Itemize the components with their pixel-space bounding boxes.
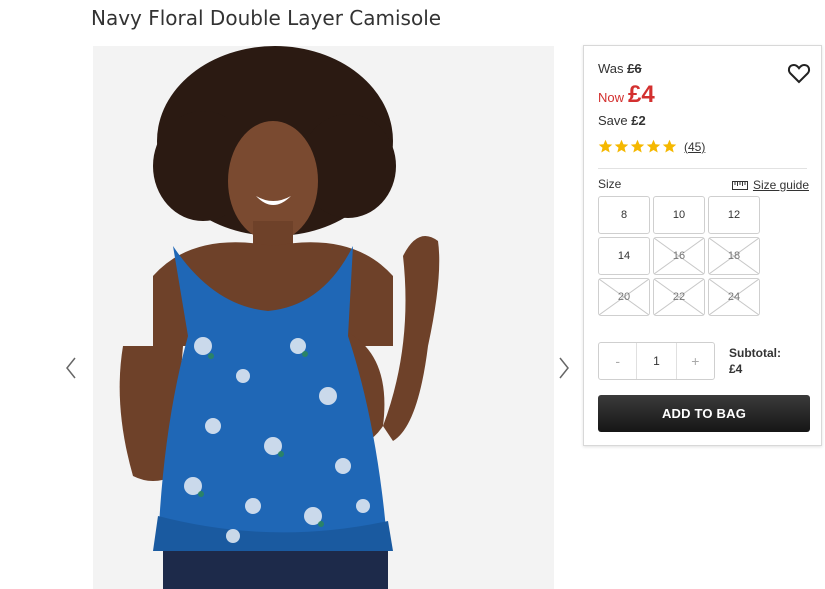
size-option-label: 24	[727, 291, 741, 303]
wishlist-button[interactable]	[787, 61, 811, 85]
size-option-label: 16	[672, 250, 686, 262]
star-icon	[614, 139, 629, 153]
heart-icon	[787, 64, 811, 84]
size-option[interactable]: 10	[653, 196, 705, 234]
size-option-label: 12	[727, 209, 741, 221]
subtotal-value: £4	[729, 362, 743, 376]
ruler-icon	[731, 180, 748, 190]
product-image	[93, 46, 554, 589]
quantity-decrease-button[interactable]: -	[599, 343, 636, 379]
size-option-label: 14	[617, 250, 631, 262]
now-price-line: Now £4	[598, 81, 655, 109]
size-option-label: 18	[727, 250, 741, 262]
size-grid: 8 10 12 14 16 18 20 22 24	[598, 196, 760, 316]
size-option-unavailable: 20	[598, 278, 650, 316]
review-count-link[interactable]: (45)	[684, 140, 705, 154]
quantity-stepper: - 1 +	[598, 342, 715, 380]
size-option-label: 20	[617, 291, 631, 303]
model-photo-illustration	[93, 46, 554, 589]
was-price-line: Was £6	[598, 61, 642, 76]
size-option[interactable]: 8	[598, 196, 650, 234]
save-line: Save £2	[598, 113, 646, 128]
size-option-unavailable: 22	[653, 278, 705, 316]
add-to-bag-button[interactable]: ADD TO BAG	[598, 395, 810, 432]
was-label: Was	[598, 61, 624, 76]
subtotal: Subtotal: £4	[729, 345, 781, 377]
star-icon	[646, 139, 661, 153]
divider	[598, 168, 807, 169]
size-option-label: 22	[672, 291, 686, 303]
quantity-value[interactable]: 1	[636, 343, 677, 379]
size-option[interactable]: 12	[708, 196, 760, 234]
purchase-panel: Was £6 Now £4 Save £2 (45) Size Size gui…	[583, 45, 822, 446]
star-icon	[662, 139, 677, 153]
size-guide-link[interactable]: Size guide	[731, 178, 809, 192]
size-option[interactable]: 14	[598, 237, 650, 275]
subtotal-label: Subtotal:	[729, 346, 781, 360]
quantity-increase-button[interactable]: +	[677, 343, 714, 379]
size-label: Size	[598, 177, 622, 191]
size-option-label: 8	[620, 209, 628, 221]
chevron-left-icon	[66, 357, 76, 379]
star-rating[interactable]: (45)	[598, 139, 705, 154]
now-label: Now	[598, 90, 625, 105]
star-icon	[598, 139, 613, 153]
was-price: £6	[627, 61, 642, 76]
star-icon	[630, 139, 645, 153]
size-option-label: 10	[672, 209, 686, 221]
chevron-right-icon	[559, 357, 569, 379]
product-title: Navy Floral Double Layer Camisole	[91, 6, 442, 30]
gallery-next-button[interactable]	[555, 355, 573, 381]
gallery-prev-button[interactable]	[62, 355, 80, 381]
size-option-unavailable: 16	[653, 237, 705, 275]
size-option-unavailable: 18	[708, 237, 760, 275]
size-option-unavailable: 24	[708, 278, 760, 316]
save-label: Save	[598, 113, 628, 128]
save-amount: £2	[631, 113, 646, 128]
now-price: £4	[628, 81, 655, 108]
size-guide-label: Size guide	[752, 178, 809, 192]
